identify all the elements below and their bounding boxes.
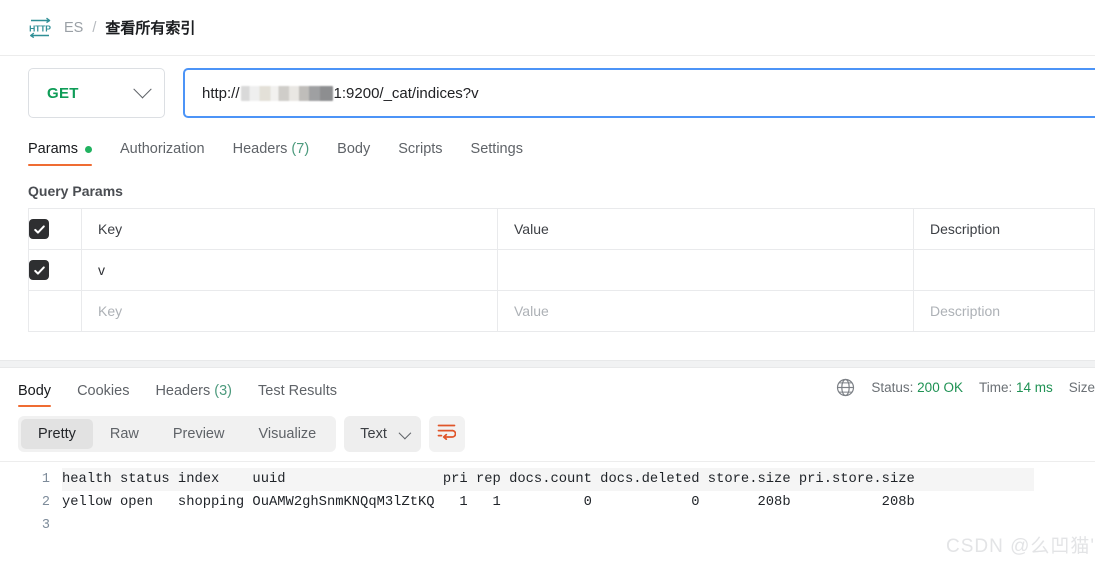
row-description-input[interactable] xyxy=(914,250,1095,291)
query-params-table-wrap: Key Value Description v Key Value Descri… xyxy=(0,208,1095,332)
tab-headers[interactable]: Headers (7) xyxy=(219,141,324,166)
new-value-input[interactable]: Value xyxy=(498,291,914,332)
time-value: 14 ms xyxy=(1016,380,1053,395)
page-title: 查看所有索引 xyxy=(105,17,195,38)
request-pane-spacer xyxy=(0,332,1095,360)
tab-params-label: Params xyxy=(28,141,78,157)
line-number: 1 xyxy=(42,472,50,487)
breadcrumb-root[interactable]: ES xyxy=(64,20,83,36)
new-description-input[interactable]: Description xyxy=(914,291,1095,332)
line-number-gutter: 1 2 3 xyxy=(0,466,62,565)
query-params-title: Query Params xyxy=(0,166,1095,208)
select-all-checkbox[interactable] xyxy=(29,219,49,239)
view-pretty-button[interactable]: Pretty xyxy=(21,419,93,449)
http-client-window: HTTP ES / 查看所有索引 GET http:// 1:9200/_cat/… xyxy=(0,0,1095,565)
tab-scripts-label: Scripts xyxy=(398,141,442,157)
new-key-input[interactable]: Key xyxy=(82,291,498,332)
response-tab-body-label: Body xyxy=(18,383,51,399)
response-body-viewer[interactable]: 1 2 3 health status index uuid pri rep doc… xyxy=(0,461,1095,565)
chevron-down-icon xyxy=(398,426,411,439)
response-tab-cookies[interactable]: Cookies xyxy=(64,383,142,407)
chevron-down-icon xyxy=(133,80,151,98)
row-checkbox[interactable] xyxy=(29,260,49,280)
tab-params[interactable]: Params xyxy=(28,141,106,166)
tab-authorization[interactable]: Authorization xyxy=(106,141,219,166)
response-tab-test-results[interactable]: Test Results xyxy=(245,383,350,407)
url-prefix: http:// xyxy=(202,85,240,102)
view-preview-button[interactable]: Preview xyxy=(156,419,242,449)
column-header-key: Key xyxy=(82,209,498,250)
code-line: yellow open shopping OuAMW2ghSnmKNQqM3lZ… xyxy=(62,495,915,510)
status-label-group: Status: 200 OK xyxy=(871,380,963,395)
response-tab-cookies-label: Cookies xyxy=(77,383,129,399)
tab-scripts[interactable]: Scripts xyxy=(384,141,456,166)
http-method-select[interactable]: GET xyxy=(28,68,165,118)
response-tab-test-results-label: Test Results xyxy=(258,383,337,399)
tab-settings[interactable]: Settings xyxy=(457,141,537,166)
view-visualize-button[interactable]: Visualize xyxy=(241,419,333,449)
content-type-select[interactable]: Text xyxy=(344,416,421,452)
url-input[interactable]: http:// 1:9200/_cat/indices?v xyxy=(183,68,1095,118)
status-label: Status: xyxy=(871,380,913,395)
size-label: Size xyxy=(1069,380,1095,395)
response-tab-headers-count: (3) xyxy=(214,383,232,399)
table-row: v xyxy=(29,250,1095,291)
response-tab-headers-label: Headers xyxy=(155,383,210,399)
response-header: Body Cookies Headers (3) Test Results xyxy=(0,368,1095,407)
response-body-code: health status index uuid pri rep docs.co… xyxy=(62,466,1095,565)
tab-headers-label: Headers xyxy=(233,141,288,157)
line-number: 3 xyxy=(42,518,50,533)
request-url-row: GET http:// 1:9200/_cat/indices?v xyxy=(0,56,1095,130)
wrap-text-button[interactable] xyxy=(429,416,465,452)
row-select-cell xyxy=(29,250,82,291)
url-text: http:// 1:9200/_cat/indices?v xyxy=(202,85,479,102)
http-method-label: GET xyxy=(47,85,79,102)
row-value-input[interactable] xyxy=(498,250,914,291)
svg-text:HTTP: HTTP xyxy=(29,23,51,33)
tab-settings-label: Settings xyxy=(471,141,523,157)
params-modified-dot xyxy=(85,146,92,153)
column-header-value: Value xyxy=(498,209,914,250)
row-key-input[interactable]: v xyxy=(82,250,498,291)
pane-divider[interactable] xyxy=(0,360,1095,368)
table-header-row: Key Value Description xyxy=(29,209,1095,250)
table-row-empty: Key Value Description xyxy=(29,291,1095,332)
url-redacted-host xyxy=(241,86,333,101)
response-view-segmented: Pretty Raw Preview Visualize xyxy=(18,416,336,452)
tab-authorization-label: Authorization xyxy=(120,141,205,157)
response-tab-headers[interactable]: Headers (3) xyxy=(142,383,245,407)
response-format-toolbar: Pretty Raw Preview Visualize Text xyxy=(0,407,1095,461)
content-type-label: Text xyxy=(360,426,387,442)
time-label-group: Time: 14 ms xyxy=(979,380,1053,395)
time-label: Time: xyxy=(979,380,1012,395)
select-all-cell xyxy=(29,209,82,250)
tab-headers-count: (7) xyxy=(291,141,309,157)
query-params-table: Key Value Description v Key Value Descri… xyxy=(28,208,1095,332)
url-suffix: 1:9200/_cat/indices?v xyxy=(334,85,479,102)
breadcrumb-separator: / xyxy=(92,20,96,36)
globe-icon xyxy=(836,378,855,397)
wrap-text-icon xyxy=(437,423,456,445)
status-value: 200 OK xyxy=(917,380,963,395)
view-raw-button[interactable]: Raw xyxy=(93,419,156,449)
breadcrumb: HTTP ES / 查看所有索引 xyxy=(0,0,1095,56)
request-tabs: Params Authorization Headers (7) Body Sc… xyxy=(0,130,1095,166)
response-tab-body[interactable]: Body xyxy=(18,383,64,407)
http-protocol-icon: HTTP xyxy=(28,16,54,40)
tab-body[interactable]: Body xyxy=(323,141,384,166)
column-header-description: Description xyxy=(914,209,1095,250)
tab-body-label: Body xyxy=(337,141,370,157)
line-number: 2 xyxy=(42,495,50,510)
response-tabs: Body Cookies Headers (3) Test Results xyxy=(18,368,350,407)
code-line: health status index uuid pri rep docs.co… xyxy=(62,468,1034,491)
empty-row-select-cell xyxy=(29,291,82,332)
response-meta: Status: 200 OK Time: 14 ms Size xyxy=(836,378,1095,397)
